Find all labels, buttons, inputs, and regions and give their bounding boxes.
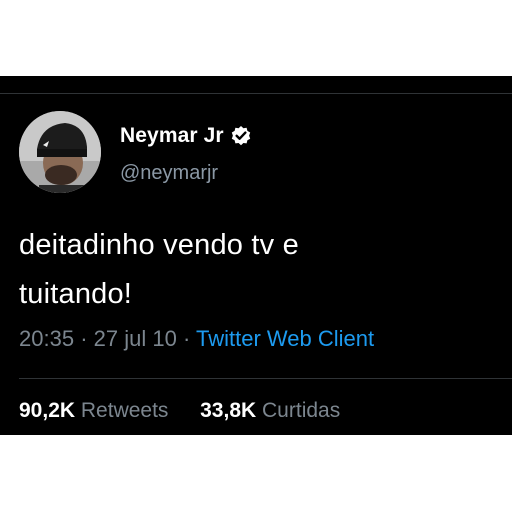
top-divider: [0, 93, 512, 94]
tweet-date[interactable]: 27 jul 10: [94, 326, 177, 351]
tweet-card: Neymar Jr @neymarjr deitadinho vendo tv …: [0, 76, 512, 435]
meta-separator: ·: [182, 326, 191, 351]
tweet-meta: 20:35 · 27 jul 10 · Twitter Web Client: [19, 326, 374, 352]
author-name-row[interactable]: Neymar Jr: [120, 122, 252, 150]
likes-label: Curtidas: [262, 399, 341, 422]
verified-badge-icon: [230, 125, 252, 147]
stats-divider: [19, 378, 512, 379]
retweets-label: Retweets: [80, 399, 169, 422]
retweets-count: 90,2K: [19, 399, 76, 422]
likes-stat[interactable]: 33,8K Curtidas: [200, 399, 340, 422]
meta-separator: ·: [80, 326, 88, 351]
tweet-text-line: deitadinho vendo tv e: [19, 229, 299, 261]
tweet-stats: 90,2K Retweets 33,8K Curtidas: [19, 399, 340, 423]
avatar[interactable]: [19, 111, 101, 193]
tweet-source-link[interactable]: Twitter Web Client: [196, 326, 374, 351]
author-handle[interactable]: @neymarjr: [120, 162, 218, 185]
tweet-text-line: tuitando!: [19, 278, 133, 310]
likes-count: 33,8K: [200, 399, 257, 422]
retweets-stat[interactable]: 90,2K Retweets: [19, 399, 174, 422]
author-display-name[interactable]: Neymar Jr: [120, 124, 224, 148]
tweet-time[interactable]: 20:35: [19, 326, 74, 351]
tweet-text: deitadinho vendo tv e tuitando!: [19, 221, 489, 319]
